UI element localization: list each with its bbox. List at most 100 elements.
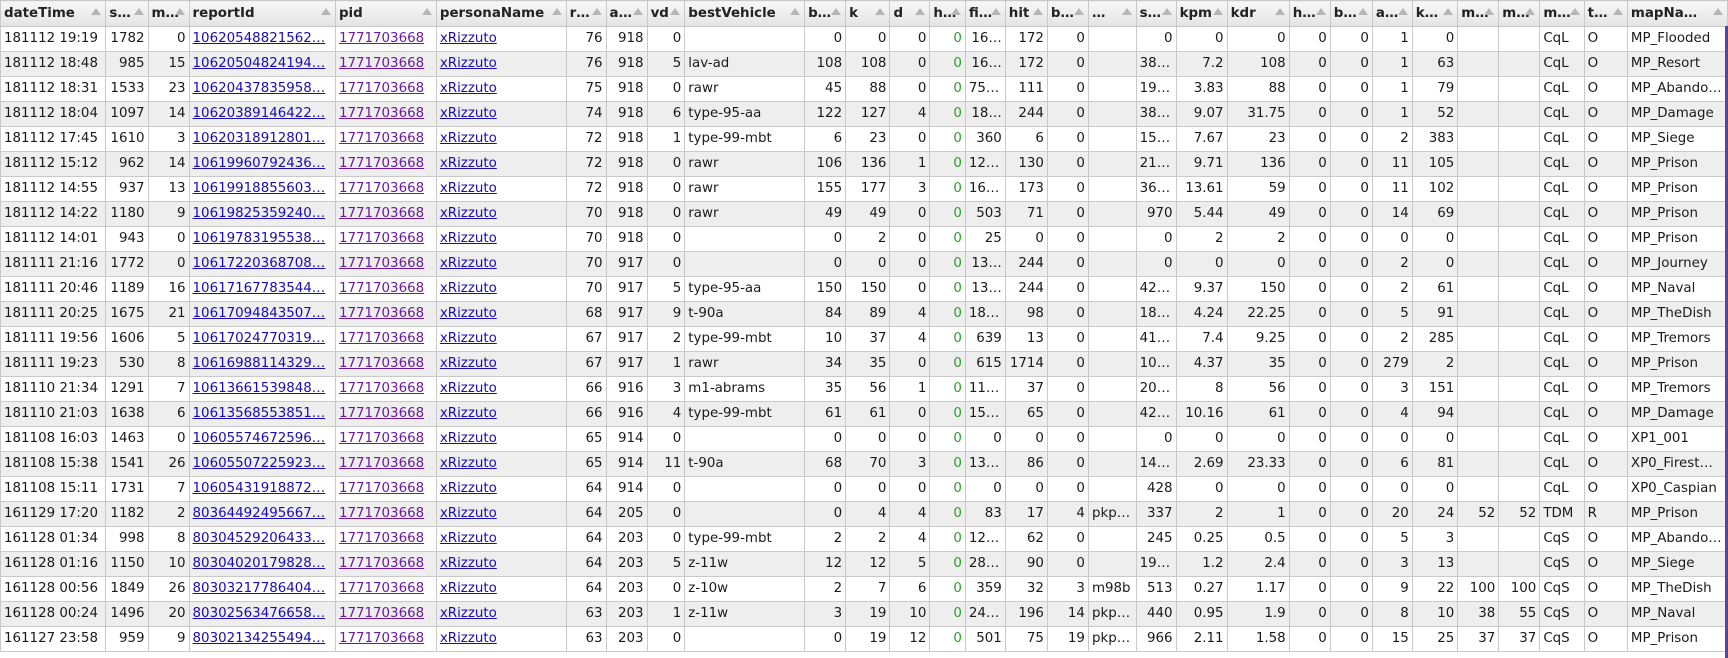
persona-link[interactable]: xRizzuto xyxy=(440,156,497,171)
pid-link[interactable]: 1771703668 xyxy=(339,106,424,121)
column-header-bvk[interactable]: bvk xyxy=(804,0,847,27)
pid-link[interactable]: 1771703668 xyxy=(339,356,424,371)
column-header-hit[interactable]: hit xyxy=(1004,0,1048,27)
sort-arrow-icon[interactable] xyxy=(133,8,144,15)
report-link[interactable]: 10619918855603… xyxy=(193,181,326,196)
persona-link[interactable]: xRizzuto xyxy=(440,231,497,246)
column-header-pid[interactable]: pid xyxy=(334,0,437,27)
pid-link[interactable]: 1771703668 xyxy=(339,556,424,571)
report-link[interactable]: 10605574672596… xyxy=(193,431,326,446)
report-link[interactable]: 80304529206433… xyxy=(193,531,326,546)
sort-arrow-icon[interactable] xyxy=(1161,8,1172,15)
persona-link[interactable]: xRizzuto xyxy=(440,256,497,271)
report-link[interactable]: 10620318912801… xyxy=(193,131,326,146)
sort-arrow-icon[interactable] xyxy=(320,8,331,15)
column-header-k[interactable]: k xyxy=(845,0,891,27)
column-header-mapName[interactable]: mapNa… xyxy=(1626,0,1728,27)
pid-link[interactable]: 1771703668 xyxy=(339,331,424,346)
persona-link[interactable]: xRizzuto xyxy=(440,181,497,196)
report-link[interactable]: 10619783195538… xyxy=(193,231,326,246)
pid-link[interactable]: 1771703668 xyxy=(339,181,424,196)
report-link[interactable]: 10619960792436… xyxy=(193,156,326,171)
pid-link[interactable]: 1771703668 xyxy=(339,431,424,446)
column-header-acc[interactable]: acc xyxy=(1371,0,1413,27)
pid-link[interactable]: 1771703668 xyxy=(339,56,424,71)
persona-link[interactable]: xRizzuto xyxy=(440,281,497,296)
report-link[interactable]: 10617220368708… xyxy=(193,256,326,271)
column-header-age[interactable]: age xyxy=(605,0,648,27)
pid-link[interactable]: 1771703668 xyxy=(339,531,424,546)
column-header-type[interactable]: type xyxy=(1583,0,1628,27)
pid-link[interactable]: 1771703668 xyxy=(339,231,424,246)
report-link[interactable]: 10620389146422… xyxy=(193,106,326,121)
persona-link[interactable]: xRizzuto xyxy=(440,431,497,446)
sort-arrow-icon[interactable] xyxy=(551,8,562,15)
sort-arrow-icon[interactable] xyxy=(831,8,842,15)
pid-link[interactable]: 1771703668 xyxy=(339,381,424,396)
sort-arrow-icon[interactable] xyxy=(174,8,185,15)
report-link[interactable]: 10605431918872… xyxy=(193,481,326,496)
sort-arrow-icon[interactable] xyxy=(1484,8,1495,15)
sort-arrow-icon[interactable] xyxy=(1612,8,1623,15)
column-header-dateTime[interactable]: dateTime xyxy=(0,0,107,27)
persona-link[interactable]: xRizzuto xyxy=(440,456,497,471)
persona-link[interactable]: xRizzuto xyxy=(440,206,497,221)
pid-link[interactable]: 1771703668 xyxy=(339,306,424,321)
column-header-spm[interactable]: spm xyxy=(1135,0,1177,27)
pid-link[interactable]: 1771703668 xyxy=(339,206,424,221)
pid-link[interactable]: 1771703668 xyxy=(339,406,424,421)
pid-link[interactable]: 1771703668 xyxy=(339,581,424,596)
pid-link[interactable]: 1771703668 xyxy=(339,456,424,471)
column-header-kph[interactable]: kph xyxy=(1411,0,1459,27)
column-header-hs[interactable]: hs xyxy=(929,0,966,27)
sort-arrow-icon[interactable] xyxy=(990,8,1001,15)
report-link[interactable]: 10620437835958… xyxy=(193,81,326,96)
persona-link[interactable]: xRizzuto xyxy=(440,506,497,521)
sort-arrow-icon[interactable] xyxy=(591,8,602,15)
persona-link[interactable]: xRizzuto xyxy=(440,531,497,546)
persona-link[interactable]: xRizzuto xyxy=(440,631,497,646)
column-header-max2[interactable]: max xyxy=(1498,0,1541,27)
column-header-fired[interactable]: fired xyxy=(964,0,1006,27)
sort-arrow-icon[interactable] xyxy=(950,8,961,15)
sort-arrow-icon[interactable] xyxy=(1357,8,1368,15)
persona-link[interactable]: xRizzuto xyxy=(440,356,497,371)
persona-link[interactable]: xRizzuto xyxy=(440,481,497,496)
report-link[interactable]: 80302134255494… xyxy=(193,631,326,646)
sort-arrow-icon[interactable] xyxy=(1397,8,1408,15)
pid-link[interactable]: 1771703668 xyxy=(339,481,424,496)
column-header-max1[interactable]: max xyxy=(1457,0,1500,27)
report-link[interactable]: 10617094843507… xyxy=(193,306,326,321)
report-link[interactable]: 80303217786404… xyxy=(193,581,326,596)
sort-arrow-icon[interactable] xyxy=(1569,8,1580,15)
pid-link[interactable]: 1771703668 xyxy=(339,631,424,646)
report-link[interactable]: 10620548821562… xyxy=(193,31,326,46)
column-header-kdr[interactable]: kdr xyxy=(1226,0,1290,27)
persona-link[interactable]: xRizzuto xyxy=(440,81,497,96)
report-link[interactable]: 10617024770319… xyxy=(193,331,326,346)
report-link[interactable]: 80364492495667… xyxy=(193,506,326,521)
sort-arrow-icon[interactable] xyxy=(915,8,926,15)
report-link[interactable]: 10619825359240… xyxy=(193,206,326,221)
persona-link[interactable]: xRizzuto xyxy=(440,406,497,421)
column-header-bwhs[interactable]: bwhs xyxy=(1329,0,1373,27)
pid-link[interactable]: 1771703668 xyxy=(339,131,424,146)
sort-arrow-icon[interactable] xyxy=(1713,8,1723,15)
pid-link[interactable]: 1771703668 xyxy=(339,156,424,171)
sort-arrow-icon[interactable] xyxy=(1032,8,1043,15)
sort-arrow-icon[interactable] xyxy=(1121,8,1132,15)
report-link[interactable]: 80302563476658… xyxy=(193,606,326,621)
report-link[interactable]: 10616988114329… xyxy=(193,356,326,371)
sort-arrow-icon[interactable] xyxy=(1315,8,1326,15)
column-header-bwk[interactable]: bwk xyxy=(1046,0,1089,27)
column-header-personaName[interactable]: personaName xyxy=(435,0,567,27)
column-header-kpm[interactable]: kpm xyxy=(1175,0,1228,27)
persona-link[interactable]: xRizzuto xyxy=(440,581,497,596)
sort-arrow-icon[interactable] xyxy=(790,8,801,15)
report-link[interactable]: 10617167783544… xyxy=(193,281,326,296)
column-header-reportId[interactable]: reportId xyxy=(188,0,336,27)
column-header-rank[interactable]: rank xyxy=(565,0,607,27)
sort-arrow-icon[interactable] xyxy=(875,8,886,15)
sort-arrow-icon[interactable] xyxy=(1073,8,1084,15)
column-header-d[interactable]: d xyxy=(889,0,931,27)
